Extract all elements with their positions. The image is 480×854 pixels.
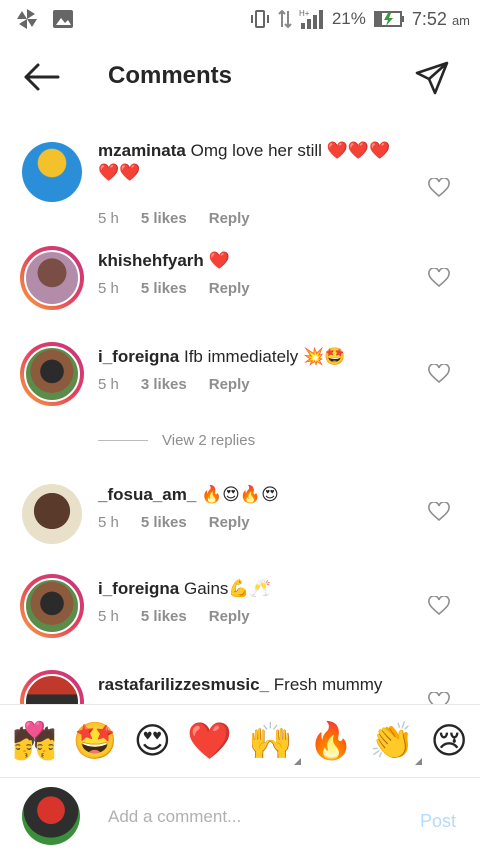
avatar[interactable] xyxy=(20,342,84,406)
clock: 7:52 am xyxy=(411,8,470,29)
comment-input-bar: Post xyxy=(0,778,480,854)
comment-text: i_foreigna Gains💪🥂 xyxy=(98,578,408,600)
comment-time: 5 h xyxy=(98,608,119,625)
reply-button[interactable]: Reply xyxy=(209,210,250,227)
battery-percent: 21% xyxy=(331,9,366,28)
comment-time: 5 h xyxy=(98,514,119,531)
status-bar: H+ 21% 7:52 am xyxy=(0,0,480,38)
raising-hands-emoji-button[interactable]: 🙌 xyxy=(248,723,301,765)
divider xyxy=(98,440,148,441)
comment-meta: 5 h 5 likes Reply xyxy=(98,514,250,531)
avatar[interactable] xyxy=(20,574,84,638)
comment-text: khishehfyarh ❤️ xyxy=(98,250,408,272)
reply-button[interactable]: Reply xyxy=(209,376,250,393)
like-heart-icon[interactable] xyxy=(428,502,450,522)
comment-body: 🔥😍🔥😍 xyxy=(201,485,279,504)
comment-meta: 5 h 5 likes Reply xyxy=(98,608,250,625)
reply-button[interactable]: Reply xyxy=(209,280,250,297)
comment-text: rastafarilizzesmusic_ Fresh mummy xyxy=(98,674,418,696)
comments-header: Comments xyxy=(0,44,480,110)
comment-meta: 5 h 5 likes Reply xyxy=(98,280,250,297)
quick-emoji-bar: 💏 🤩 😍 ❤️ 🙌 🔥 👏 😢 xyxy=(0,704,480,778)
post-button[interactable]: Post xyxy=(420,811,456,832)
like-heart-icon[interactable] xyxy=(428,268,450,288)
kiss-emoji-button[interactable]: 💏 xyxy=(12,723,57,759)
comment-body: Fresh mummy xyxy=(273,675,383,694)
avatar[interactable] xyxy=(22,484,82,544)
battery-charging-icon xyxy=(373,11,404,27)
comment-text: _fosua_am_ 🔥😍🔥😍 xyxy=(98,484,408,506)
comment-body: Gains💪🥂 xyxy=(183,579,271,598)
view-replies-label: View 2 replies xyxy=(162,432,256,449)
comment-username[interactable]: rastafarilizzesmusic_ xyxy=(98,675,269,694)
reply-button[interactable]: Reply xyxy=(209,514,250,531)
comment-likes[interactable]: 5 likes xyxy=(141,608,187,625)
comment-username[interactable]: khishehfyarh xyxy=(98,251,204,270)
back-arrow-icon[interactable] xyxy=(22,62,62,92)
comment-username[interactable]: mzaminata xyxy=(98,141,186,160)
avatar[interactable] xyxy=(22,142,82,202)
heart-eyes-emoji-button[interactable]: 😍 xyxy=(134,723,172,759)
reply-button[interactable]: Reply xyxy=(209,608,250,625)
comment-likes[interactable]: 5 likes xyxy=(141,210,187,227)
pinwheel-icon xyxy=(17,9,37,29)
comment-username[interactable]: i_foreigna xyxy=(98,347,179,366)
like-heart-icon[interactable] xyxy=(428,364,450,384)
comment-meta: 5 h 5 likes Reply xyxy=(98,210,250,227)
fire-emoji-button[interactable]: 🔥 xyxy=(309,723,354,759)
comment-body: ❤️ xyxy=(208,251,230,270)
comment-body: Ifb immediately 💥🤩 xyxy=(183,347,346,366)
comments-list: mzaminata Omg love her still ❤️❤️❤️❤️❤️ … xyxy=(0,122,480,704)
comment-time: 5 h xyxy=(98,280,119,297)
avatar[interactable] xyxy=(20,246,84,310)
star-struck-emoji-button[interactable]: 🤩 xyxy=(73,723,118,759)
direct-send-icon[interactable] xyxy=(414,60,450,96)
data-transfer-icon xyxy=(278,9,292,29)
comment-time: 5 h xyxy=(98,376,119,393)
red-heart-emoji-button[interactable]: ❤️ xyxy=(187,723,232,759)
comment-meta: 5 h 3 likes Reply xyxy=(98,376,250,393)
clapping-hands-emoji-button[interactable]: 👏 xyxy=(370,723,423,765)
comment-username[interactable]: _fosua_am_ xyxy=(98,485,196,504)
comment-text: i_foreigna Ifb immediately 💥🤩 xyxy=(98,346,408,368)
view-replies-button[interactable]: View 2 replies xyxy=(98,432,255,449)
comment-text: mzaminata Omg love her still ❤️❤️❤️❤️❤️ xyxy=(98,140,408,184)
crying-emoji-button[interactable]: 😢 xyxy=(430,723,468,759)
gallery-icon xyxy=(53,10,73,28)
like-heart-icon[interactable] xyxy=(428,692,450,704)
svg-text:H+: H+ xyxy=(299,9,310,18)
like-heart-icon[interactable] xyxy=(428,596,450,616)
comment-time: 5 h xyxy=(98,210,119,227)
avatar[interactable] xyxy=(20,670,84,704)
comment-likes[interactable]: 5 likes xyxy=(141,514,187,531)
signal-icon: H+ xyxy=(299,9,323,29)
comment-likes[interactable]: 3 likes xyxy=(141,376,187,393)
comment-username[interactable]: i_foreigna xyxy=(98,579,179,598)
vibrate-icon xyxy=(250,10,269,28)
current-user-avatar xyxy=(22,787,80,845)
comment-likes[interactable]: 5 likes xyxy=(141,280,187,297)
page-title: Comments xyxy=(108,62,233,89)
like-heart-icon[interactable] xyxy=(428,178,450,198)
comment-input[interactable] xyxy=(108,802,388,832)
